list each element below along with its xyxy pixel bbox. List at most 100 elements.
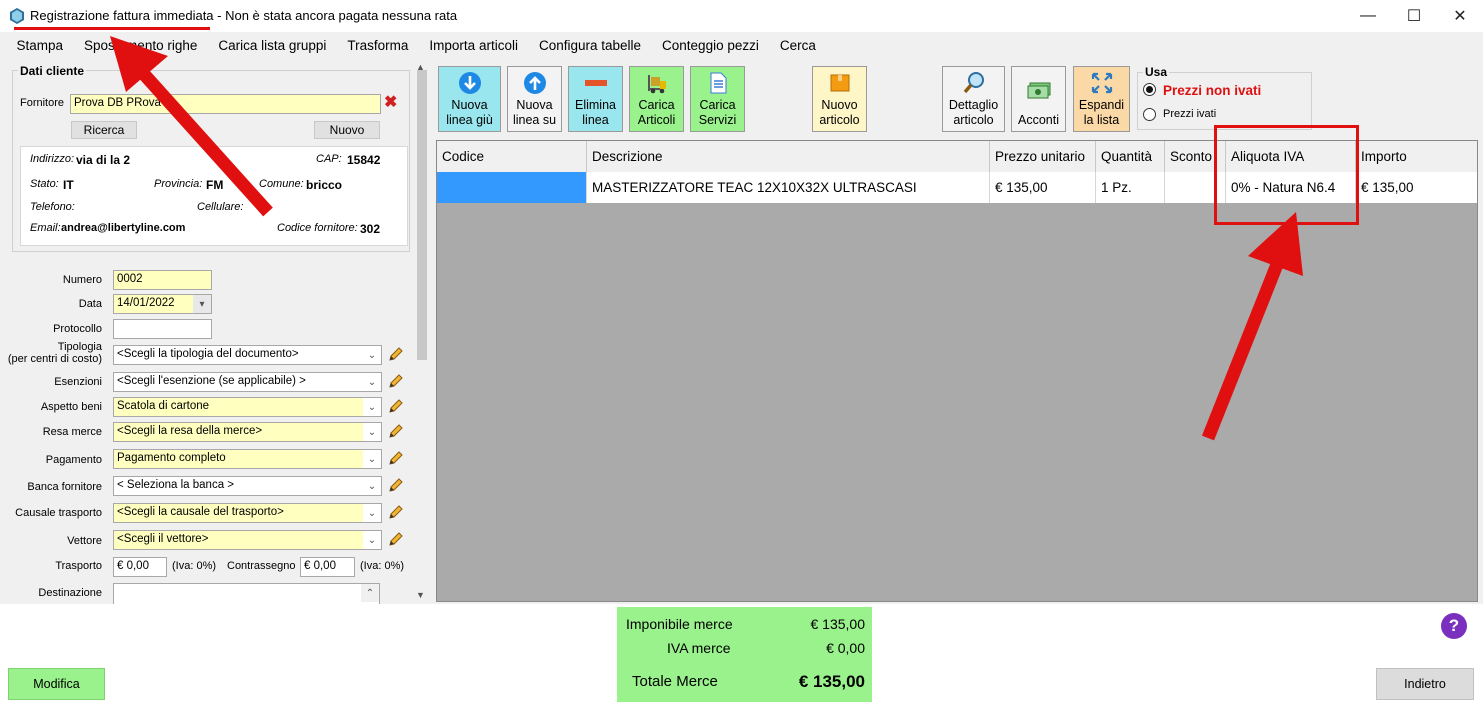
menu-stampa[interactable]: Stampa — [6, 38, 74, 53]
edit-aspetto-pencil-icon[interactable] — [387, 397, 405, 415]
codice-fornitore-label: Codice fornitore: — [277, 222, 358, 234]
edit-banca-pencil-icon[interactable] — [387, 476, 405, 494]
col-header-descrizione[interactable]: Descrizione — [587, 141, 990, 172]
chevron-down-icon: ⌄ — [363, 531, 381, 549]
resa-merce-label: Resa merce — [42, 426, 102, 438]
cell-descrizione[interactable]: MASTERIZZATORE TEAC 12X10X32X ULTRASCASI — [587, 172, 990, 203]
causale-trasporto-label: Causale trasporto — [15, 507, 102, 519]
imponibile-merce-value: € 135,00 — [810, 616, 866, 632]
data-field[interactable]: 14/01/2022 ▾ — [113, 294, 212, 314]
minimize-button[interactable]: — — [1345, 0, 1391, 32]
esenzioni-label: Esenzioni — [54, 376, 102, 388]
banca-fornitore-select[interactable]: < Seleziona la banca > ⌄ — [113, 476, 382, 496]
menu-importa-articoli[interactable]: Importa articoli — [419, 38, 529, 53]
prezzi-ivati-radio[interactable] — [1143, 108, 1156, 121]
menu-conteggio-pezzi[interactable]: Conteggio pezzi — [652, 38, 770, 53]
contrassegno-iva-label: (Iva: 0%) — [360, 560, 405, 572]
nuova-linea-su-button[interactable]: Nuova linea su — [507, 66, 562, 132]
left-panel-scroll-thumb[interactable] — [417, 70, 427, 360]
scroll-down-arrow-icon[interactable]: ▼ — [416, 590, 425, 600]
menu-carica-lista-gruppi[interactable]: Carica lista gruppi — [208, 38, 337, 53]
clear-fornitore-icon[interactable]: ✖ — [384, 95, 397, 111]
menu-spostamento-righe[interactable]: Spostamento righe — [74, 38, 208, 53]
destinazione-field[interactable]: ⌃ — [113, 583, 380, 604]
carica-articoli-label-1: Carica — [638, 98, 675, 112]
comune-label: Comune: — [259, 178, 304, 190]
nuova-linea-giu-label-2: linea giù — [446, 113, 493, 127]
totale-merce-label: Totale Merce — [632, 673, 718, 690]
carica-articoli-label-2: Articoli — [637, 113, 676, 127]
vettore-select[interactable]: <Scegli il vettore> ⌄ — [113, 530, 382, 550]
indietro-button[interactable]: Indietro — [1376, 668, 1474, 700]
nuova-linea-giu-button[interactable]: Nuova linea giù — [438, 66, 501, 132]
causale-trasporto-select[interactable]: <Scegli la causale del trasporto> ⌄ — [113, 503, 382, 523]
cellulare-label: Cellulare: — [197, 201, 244, 213]
tipologia-label-line1: Tipologia — [57, 341, 102, 353]
cell-importo[interactable]: € 135,00 — [1356, 172, 1477, 203]
espandi-lista-label-1: Espandi — [1078, 98, 1125, 112]
edit-resa-pencil-icon[interactable] — [387, 422, 405, 440]
tipologia-select[interactable]: <Scegli la tipologia del documento> ⌄ — [113, 345, 382, 365]
col-header-importo[interactable]: Importo — [1356, 141, 1477, 172]
edit-esenzioni-pencil-icon[interactable] — [387, 372, 405, 390]
menu-configura-tabelle[interactable]: Configura tabelle — [528, 38, 651, 53]
col-header-prezzo-unitario[interactable]: Prezzo unitario — [990, 141, 1096, 172]
provincia-label: Provincia: — [154, 178, 203, 190]
carica-servizi-button[interactable]: Carica Servizi — [690, 66, 745, 132]
scroll-up-arrow-icon[interactable]: ▲ — [416, 62, 425, 72]
contrassegno-label: Contrassegno — [227, 560, 296, 572]
dettaglio-articolo-label-2: articolo — [953, 113, 994, 127]
pagamento-select[interactable]: Pagamento completo ⌄ — [113, 449, 382, 469]
box-icon — [827, 70, 853, 96]
dettaglio-articolo-label-1: Dettaglio — [948, 98, 999, 112]
cell-codice[interactable] — [437, 172, 587, 203]
usa-legend: Usa — [1143, 65, 1170, 79]
edit-tipologia-pencil-icon[interactable] — [387, 345, 405, 363]
nuova-linea-su-label-2: linea su — [512, 113, 557, 127]
acconti-label: Acconti — [1018, 113, 1059, 127]
menu-cerca[interactable]: Cerca — [769, 38, 826, 53]
aspetto-beni-select[interactable]: Scatola di cartone ⌄ — [113, 397, 382, 417]
dettaglio-articolo-button[interactable]: Dettaglio articolo — [942, 66, 1005, 132]
cell-prezzo-unitario[interactable]: € 135,00 — [990, 172, 1096, 203]
destinazione-label: Destinazione — [38, 587, 102, 599]
aspetto-beni-label: Aspetto beni — [40, 401, 102, 413]
prezzi-non-ivati-radio[interactable] — [1143, 83, 1156, 96]
numero-field[interactable]: 0002 — [113, 270, 212, 290]
ricerca-button[interactable]: Ricerca — [71, 121, 137, 139]
contrassegno-field[interactable]: € 0,00 — [300, 557, 355, 577]
maximize-button[interactable]: ☐ — [1391, 0, 1437, 32]
elimina-linea-button[interactable]: Elimina linea — [568, 66, 623, 132]
modifica-button[interactable]: Modifica — [8, 668, 105, 700]
edit-causale-pencil-icon[interactable] — [387, 503, 405, 521]
edit-pagamento-pencil-icon[interactable] — [387, 449, 405, 467]
menu-trasforma[interactable]: Trasforma — [337, 38, 419, 53]
cell-quantita[interactable]: 1 Pz. — [1096, 172, 1165, 203]
nuovo-fornitore-button[interactable]: Nuovo — [314, 121, 380, 139]
edit-vettore-pencil-icon[interactable] — [387, 530, 405, 548]
fornitore-field[interactable]: Prova DB PRova — [70, 94, 381, 114]
prezzi-non-ivati-label[interactable]: Prezzi non ivati — [1163, 83, 1261, 98]
carica-articoli-button[interactable]: Carica Articoli — [629, 66, 684, 132]
chevron-down-icon: ⌄ — [367, 480, 377, 492]
vettore-label: Vettore — [67, 535, 102, 547]
esenzioni-select[interactable]: <Scegli l'esenzione (se applicabile) > ⌄ — [113, 372, 382, 392]
col-header-codice[interactable]: Codice — [437, 141, 587, 172]
data-label: Data — [78, 298, 102, 310]
protocollo-field[interactable] — [113, 319, 212, 339]
nuova-linea-giu-label-1: Nuova — [451, 98, 488, 112]
acconti-button[interactable]: Acconti — [1011, 66, 1066, 132]
help-icon[interactable]: ? — [1441, 613, 1467, 639]
resa-merce-select[interactable]: <Scegli la resa della merce> ⌄ — [113, 422, 382, 442]
menu-bar: Stampa Spostamento righe Carica lista gr… — [0, 33, 1483, 57]
carica-servizi-label-2: Servizi — [698, 113, 737, 127]
totale-merce-value: € 135,00 — [798, 672, 865, 691]
prezzi-ivati-label[interactable]: Prezzi ivati — [1163, 108, 1216, 120]
espandi-lista-button[interactable]: Espandi la lista — [1073, 66, 1130, 132]
col-header-quantita[interactable]: Quantità — [1096, 141, 1165, 172]
date-dropdown-icon[interactable]: ▾ — [193, 295, 211, 313]
scroll-up-icon[interactable]: ⌃ — [361, 584, 379, 602]
nuovo-articolo-button[interactable]: Nuovo articolo — [812, 66, 867, 132]
close-button[interactable]: ✕ — [1437, 0, 1483, 32]
trasporto-field[interactable]: € 0,00 — [113, 557, 167, 577]
